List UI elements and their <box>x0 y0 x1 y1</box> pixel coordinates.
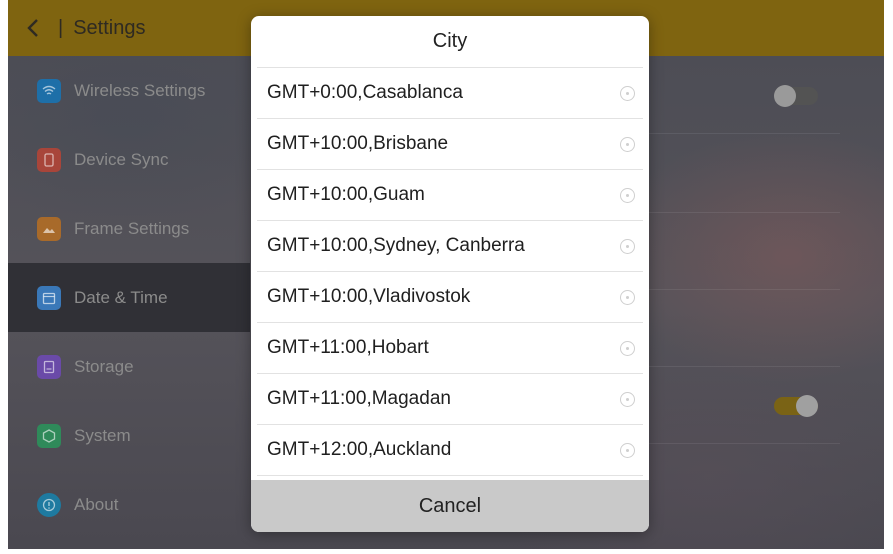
radio-button-icon[interactable] <box>620 187 635 203</box>
radio-button-icon[interactable] <box>620 340 635 356</box>
sidebar-item-system[interactable]: System <box>8 401 250 470</box>
city-picker-dialog: City GMT+0:00,Casablanca GMT+10:00,Brisb… <box>251 16 649 532</box>
city-option[interactable]: GMT+10:00,Guam <box>257 170 643 221</box>
radio-button-icon[interactable] <box>620 442 635 458</box>
sidebar-item-label: Frame Settings <box>74 218 190 238</box>
radio-button-icon[interactable] <box>620 238 635 254</box>
city-option[interactable]: GMT+11:00,Magadan <box>257 374 643 425</box>
sidebar: Wireless Settings Device Sync Frame Sett… <box>8 56 250 549</box>
phone-icon <box>37 147 61 172</box>
info-icon <box>37 492 61 517</box>
title-separator: | <box>58 16 64 39</box>
city-option-label: GMT+10:00,Guam <box>267 184 425 205</box>
city-option[interactable]: GMT+10:00,Sydney, Canberra <box>257 221 643 272</box>
toggle-knob <box>796 395 818 417</box>
dialog-title: City <box>257 16 643 68</box>
city-option-label: GMT+12:00,Auckland <box>267 439 452 460</box>
city-option-label: GMT+0:00,Casablanca <box>267 82 463 103</box>
wifi-icon <box>37 78 61 103</box>
city-option-label: GMT+10:00,Brisbane <box>267 133 449 154</box>
city-list[interactable]: GMT+0:00,Casablanca GMT+10:00,Brisbane G… <box>257 68 643 476</box>
radio-button-icon[interactable] <box>620 85 635 101</box>
sidebar-item-about[interactable]: About <box>8 470 250 539</box>
city-option-label: GMT+11:00,Hobart <box>267 337 429 358</box>
sidebar-item-label: Device Sync <box>74 149 169 169</box>
background-toggle-off[interactable] <box>774 85 818 107</box>
radio-button-icon[interactable] <box>620 136 635 152</box>
sidebar-item-label: Date & Time <box>74 287 168 307</box>
sidebar-item-label: System <box>74 425 131 445</box>
city-option[interactable]: GMT+10:00,Brisbane <box>257 119 643 170</box>
sidebar-item-date-time[interactable]: Date & Time <box>8 263 250 332</box>
city-option-label: GMT+10:00,Sydney, Canberra <box>267 235 525 256</box>
city-option[interactable]: GMT+11:00,Hobart <box>257 323 643 374</box>
back-arrow-icon[interactable] <box>8 0 58 56</box>
sidebar-item-frame-settings[interactable]: Frame Settings <box>8 194 250 263</box>
sidebar-item-wireless-settings[interactable]: Wireless Settings <box>8 56 250 125</box>
storage-icon <box>37 354 61 379</box>
city-option[interactable]: GMT+0:00,Casablanca <box>257 68 643 119</box>
cancel-button[interactable]: Cancel <box>251 480 649 532</box>
sidebar-item-label: About <box>74 494 119 514</box>
radio-button-icon[interactable] <box>620 391 635 407</box>
city-option[interactable]: GMT+10:00,Vladivostok <box>257 272 643 323</box>
calendar-icon <box>37 285 61 310</box>
sidebar-item-label: Wireless Settings <box>74 80 206 100</box>
toggle-knob <box>774 85 796 107</box>
page-title: Settings <box>73 16 146 39</box>
image-icon <box>37 216 61 241</box>
sidebar-item-storage[interactable]: Storage <box>8 332 250 401</box>
sidebar-item-device-sync[interactable]: Device Sync <box>8 125 250 194</box>
city-option-label: GMT+10:00,Vladivostok <box>267 286 471 307</box>
system-icon <box>37 423 61 448</box>
city-option-label: GMT+11:00,Magadan <box>267 388 451 409</box>
background-toggle-on[interactable] <box>774 395 818 417</box>
sidebar-item-label: Storage <box>74 356 134 376</box>
city-option[interactable]: GMT+12:00,Auckland <box>257 425 643 476</box>
radio-button-icon[interactable] <box>620 289 635 305</box>
